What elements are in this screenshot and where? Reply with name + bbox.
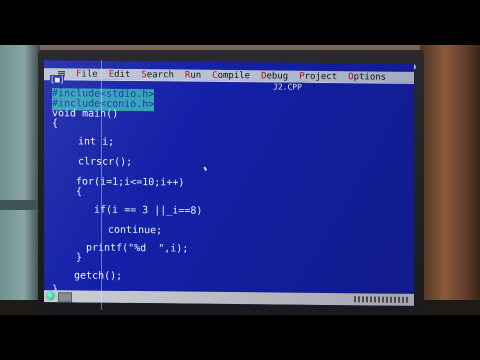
- code-line-brace-open: {: [52, 118, 59, 130]
- taskbar-app-icon[interactable]: [58, 292, 72, 303]
- monitor-screen: File Edit Search Run Compile Debug Proje…: [44, 60, 414, 306]
- code-line-main: void main(): [52, 108, 119, 120]
- menu-debug[interactable]: Debug: [261, 71, 288, 81]
- code-line-for: for(i=1;i<=10;i++): [76, 176, 185, 189]
- system-menu-icon[interactable]: [58, 73, 65, 75]
- system-tray: [354, 296, 410, 303]
- menu-run[interactable]: Run: [185, 70, 201, 80]
- wooden-cabinet: [420, 45, 480, 315]
- photo: File Edit Search Run Compile Debug Proje…: [0, 0, 480, 360]
- menu-search[interactable]: Search: [141, 70, 174, 80]
- code-line-clrscr: clrscr();: [78, 156, 133, 168]
- reflection-line: [101, 60, 102, 310]
- code-line-for-open: {: [76, 186, 83, 198]
- room-wall-left: [0, 45, 40, 315]
- code-line-for-close: }: [76, 252, 83, 264]
- code-editor[interactable]: #include<stdio.h> #include<conio.h> void…: [52, 88, 402, 295]
- menu-compile[interactable]: Compile: [212, 70, 250, 80]
- window-close-button[interactable]: [■]: [50, 75, 65, 85]
- menu-project[interactable]: Project: [299, 71, 337, 81]
- code-line-continue: continue;: [108, 224, 163, 237]
- code-line-if: if(i == 3 ||_i==8): [94, 204, 203, 217]
- menu-options[interactable]: Options: [348, 72, 386, 82]
- menu-edit[interactable]: Edit: [109, 69, 131, 79]
- start-button-icon[interactable]: [46, 291, 55, 301]
- menu-file[interactable]: File: [76, 69, 98, 79]
- shelf: [0, 200, 40, 210]
- code-line-decl: int i;: [78, 136, 115, 148]
- code-line-getch: getch();: [74, 270, 123, 282]
